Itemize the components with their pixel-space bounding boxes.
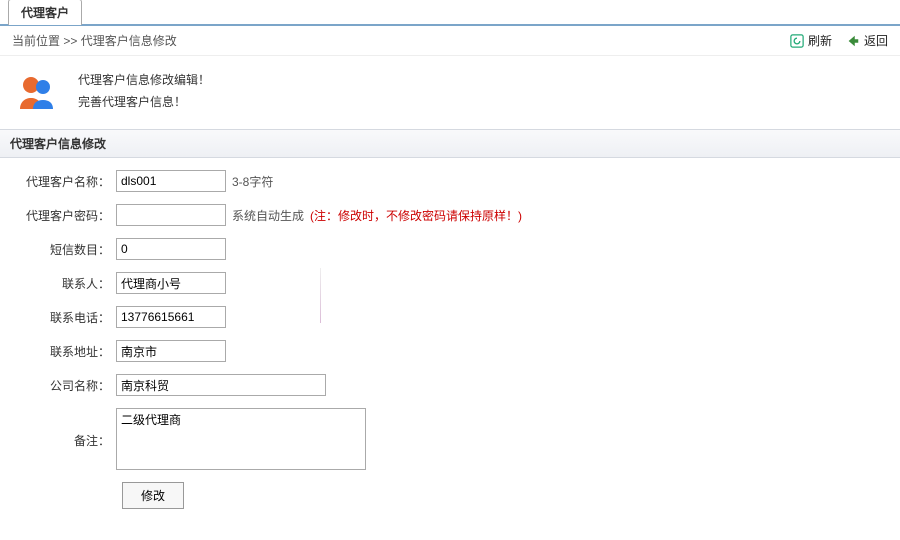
label-phone: 联系电话： bbox=[16, 309, 116, 326]
topbar: 当前位置 >> 代理客户信息修改 刷新 返回 bbox=[0, 26, 900, 56]
section-header: 代理客户信息修改 bbox=[0, 129, 900, 158]
company-input[interactable] bbox=[116, 374, 326, 396]
contact-input[interactable] bbox=[116, 272, 226, 294]
back-link[interactable]: 返回 bbox=[846, 32, 888, 49]
label-sms-count: 短信数目： bbox=[16, 241, 116, 258]
password-hint-plain: 系统自动生成 bbox=[232, 207, 304, 224]
password-hint-red: (注：修改时，不修改密码请保持原样！) bbox=[310, 207, 522, 224]
tab-label: 代理客户 bbox=[21, 6, 69, 20]
intro-line1: 代理客户信息修改编辑！ bbox=[78, 70, 210, 92]
label-remark: 备注： bbox=[16, 408, 116, 449]
address-input[interactable] bbox=[116, 340, 226, 362]
back-arrow-icon bbox=[846, 34, 860, 48]
breadcrumb: 当前位置 >> 代理客户信息修改 bbox=[12, 32, 177, 49]
password-input[interactable] bbox=[116, 204, 226, 226]
submit-row: 修改 bbox=[16, 482, 884, 509]
action-bar: 刷新 返回 bbox=[790, 32, 888, 49]
breadcrumb-prefix: 当前位置 >> bbox=[12, 34, 81, 48]
tab-bar: 代理客户 bbox=[0, 0, 900, 26]
label-password: 代理客户密码： bbox=[16, 207, 116, 224]
intro-text: 代理客户信息修改编辑！ 完善代理客户信息！ bbox=[78, 70, 210, 113]
refresh-label: 刷新 bbox=[808, 32, 832, 49]
remark-textarea[interactable] bbox=[116, 408, 366, 470]
submit-button[interactable]: 修改 bbox=[122, 482, 184, 509]
name-hint: 3-8字符 bbox=[232, 173, 273, 190]
tab-agent-customer[interactable]: 代理客户 bbox=[8, 0, 82, 25]
label-contact: 联系人： bbox=[16, 275, 116, 292]
refresh-link[interactable]: 刷新 bbox=[790, 32, 832, 49]
name-input[interactable] bbox=[116, 170, 226, 192]
submit-label: 修改 bbox=[141, 489, 165, 503]
form-area: 代理客户名称： 3-8字符 代理客户密码： 系统自动生成 (注：修改时，不修改密码… bbox=[0, 158, 900, 529]
label-address: 联系地址： bbox=[16, 343, 116, 360]
breadcrumb-current: 代理客户信息修改 bbox=[81, 34, 177, 48]
section-title: 代理客户信息修改 bbox=[10, 137, 106, 151]
intro-block: 代理客户信息修改编辑！ 完善代理客户信息！ bbox=[0, 56, 900, 129]
label-name: 代理客户名称： bbox=[16, 173, 116, 190]
sms-count-input[interactable] bbox=[116, 238, 226, 260]
intro-line2: 完善代理客户信息！ bbox=[78, 92, 210, 114]
phone-input[interactable] bbox=[116, 306, 226, 328]
back-label: 返回 bbox=[864, 32, 888, 49]
decorative-line bbox=[320, 268, 321, 323]
users-icon bbox=[16, 71, 58, 113]
label-company: 公司名称： bbox=[16, 377, 116, 394]
refresh-icon bbox=[790, 34, 804, 48]
